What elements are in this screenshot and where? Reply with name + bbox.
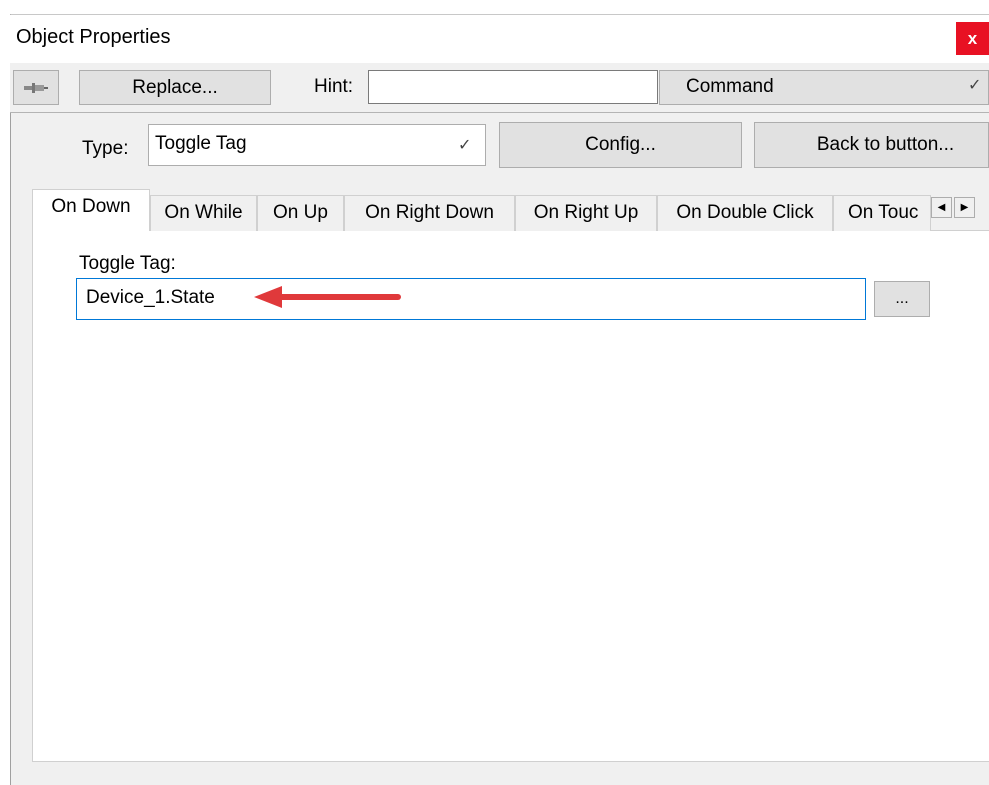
tab-on-right-up[interactable]: On Right Up	[515, 195, 657, 231]
command-dropdown-value: Command	[686, 76, 774, 97]
tab-on-touch[interactable]: On Touc	[833, 195, 931, 231]
toggle-tag-label: Toggle Tag:	[79, 253, 176, 274]
hint-label: Hint:	[314, 76, 354, 97]
type-dropdown-value: Toggle Tag	[155, 133, 247, 154]
config-button[interactable]: Config...	[499, 122, 742, 168]
tab-on-down[interactable]: On Down	[32, 189, 150, 231]
caret-right-icon: ▶	[960, 202, 969, 213]
annotation-arrow-icon	[254, 286, 401, 308]
chevron-down-icon: ✓	[458, 137, 472, 154]
back-to-button-button[interactable]: Back to button...	[754, 122, 989, 168]
close-button[interactable]: x	[956, 22, 989, 55]
chevron-down-icon: ✓	[968, 77, 982, 94]
tab-on-double-click[interactable]: On Double Click	[657, 195, 833, 231]
window-title: Object Properties	[16, 26, 171, 48]
tab-scroll-right-button[interactable]: ▶	[954, 197, 975, 218]
toggle-tag-value: Device_1.State	[86, 287, 215, 308]
tab-on-while[interactable]: On While	[150, 195, 257, 231]
hint-input[interactable]	[368, 70, 658, 104]
caret-left-icon: ◀	[937, 202, 946, 213]
tab-scroll-left-button[interactable]: ◀	[931, 197, 952, 218]
tab-on-right-down[interactable]: On Right Down	[344, 195, 515, 231]
close-icon: x	[967, 28, 978, 48]
browse-tag-button[interactable]: ...	[874, 281, 930, 317]
pin-icon	[24, 82, 48, 93]
pin-button[interactable]	[13, 70, 59, 105]
replace-button[interactable]: Replace...	[79, 70, 271, 105]
type-label: Type:	[82, 138, 129, 159]
tab-on-up[interactable]: On Up	[257, 195, 344, 231]
